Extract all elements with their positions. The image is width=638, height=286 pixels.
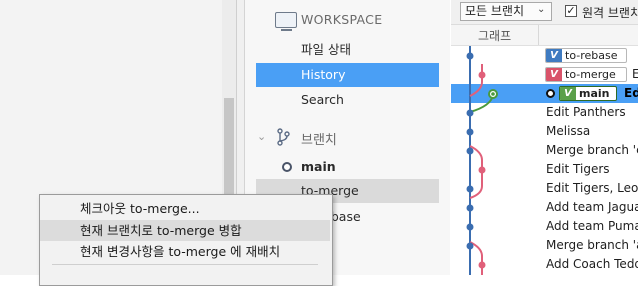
head-indicator-icon <box>546 89 555 98</box>
column-divider[interactable] <box>538 25 539 45</box>
workspace-header: WORKSPACE <box>301 12 383 27</box>
menu-separator <box>52 264 318 265</box>
chevron-down-icon[interactable]: ⌄ <box>537 4 545 15</box>
menu-item-merge-into-current[interactable]: 현재 브랜치로 to-merge 병합 <box>40 220 330 241</box>
commit-dot <box>466 147 474 155</box>
sidebar-item-search[interactable]: Search <box>256 88 439 112</box>
commit-dot <box>478 71 486 79</box>
branch-icon: V <box>560 87 576 100</box>
commit-message: Edit Panthers <box>546 105 626 119</box>
branch-icon: V <box>546 68 562 81</box>
commit-message: Add Coach Teddy <box>546 257 638 271</box>
monitor-stand-icon <box>281 29 292 31</box>
branch-tag-to-rebase[interactable]: V to-rebase <box>545 48 627 63</box>
menu-item-rebase-onto[interactable]: 현재 변경사항을 to-merge 에 재배치 <box>40 241 330 262</box>
commit-dot <box>466 242 474 250</box>
sidebar-item-file-status[interactable]: 파일 상태 <box>256 38 439 62</box>
commit-dot <box>466 52 474 60</box>
branch-tag-label: to-rebase <box>565 49 618 62</box>
branch-tag-label: main <box>579 87 610 100</box>
graph-column-header[interactable]: 그래프 <box>478 27 511 44</box>
remote-branches-label[interactable]: 원격 브랜치 <box>582 4 638 21</box>
sidebar-branch-main[interactable]: main <box>256 155 439 179</box>
commit-message: Add team Pumas <box>546 219 638 233</box>
commit-message-truncated: Ed <box>624 86 638 100</box>
branch-tag-main[interactable]: V main <box>559 86 617 101</box>
commit-dot <box>466 223 474 231</box>
branches-header[interactable]: 브랜치 <box>301 129 337 148</box>
commit-message: Melissa <box>546 124 591 138</box>
commit-dot <box>478 166 486 174</box>
commit-message: Merge branch 'ad <box>546 238 638 252</box>
commit-message: Add team Jaguars <box>546 200 638 214</box>
remote-branches-checkbox[interactable]: ✓ <box>565 5 577 17</box>
commit-message: Merge branch 'co <box>546 143 638 157</box>
commit-dot <box>466 204 474 212</box>
branch-tag-label: to-merge <box>565 68 616 81</box>
branch-icon: V <box>546 49 562 62</box>
commit-message: Edit Tigers <box>546 162 610 176</box>
branch-tag-to-merge[interactable]: V to-merge <box>545 67 627 82</box>
commit-dot <box>466 128 474 136</box>
commit-dot <box>466 185 474 193</box>
commit-graph <box>466 46 498 275</box>
monitor-icon <box>275 12 297 28</box>
commit-dot <box>478 261 486 269</box>
commit-dot <box>466 109 474 117</box>
branch-icon <box>277 128 290 146</box>
chevron-down-icon[interactable]: ⌄ <box>257 130 266 143</box>
menu-item-checkout[interactable]: 체크아웃 to-merge... <box>40 198 330 219</box>
branch-filter-value: 모든 브랜치 <box>465 4 525 18</box>
commit-message: Edit Tigers, Leopa <box>546 181 638 195</box>
sidebar-item-history[interactable]: History <box>256 63 439 87</box>
commit-message-truncated: E <box>632 67 638 81</box>
